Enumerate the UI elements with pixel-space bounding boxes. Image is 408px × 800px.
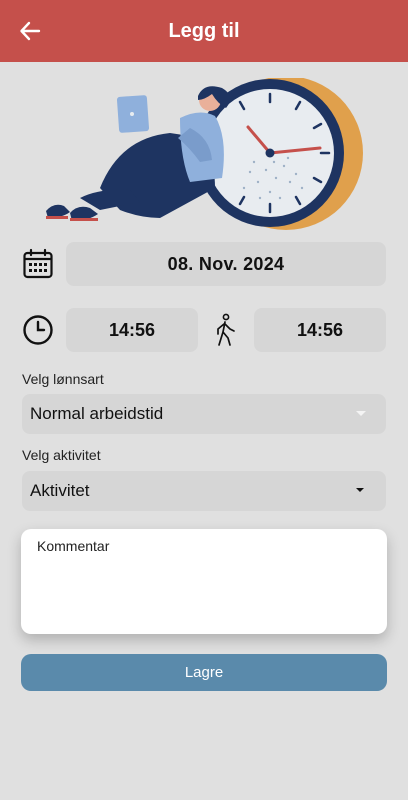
- time-row: 14:56 14:56: [20, 308, 388, 352]
- activity-value: Aktivitet: [30, 481, 90, 500]
- app-bar: Legg til: [0, 0, 408, 62]
- walking-person-icon: [217, 313, 235, 346]
- activity-select[interactable]: Aktivitet: [22, 471, 386, 511]
- arrow-left-icon: [20, 21, 41, 41]
- wage-type-label: Velg lønnsart: [22, 371, 104, 387]
- activity-label: Velg aktivitet: [22, 447, 101, 463]
- date-row: 08. Nov. 2024: [20, 242, 388, 286]
- wage-type-value: Normal arbeidstid: [30, 404, 164, 423]
- chevron-down-icon: [356, 411, 366, 416]
- clock-icon: [23, 315, 53, 345]
- wage-type-select[interactable]: Normal arbeidstid: [22, 394, 386, 434]
- date-picker-field[interactable]: 08. Nov. 2024: [66, 242, 386, 286]
- start-time-field[interactable]: 14:56: [66, 308, 198, 352]
- person-with-laptop-and-clock-illustration: [46, 78, 363, 230]
- back-button[interactable]: [14, 15, 46, 47]
- comment-placeholder: Kommentar: [37, 538, 110, 554]
- chevron-down-icon: [356, 488, 364, 492]
- comment-field[interactable]: Kommentar: [21, 529, 387, 634]
- page-title: Legg til: [168, 19, 240, 42]
- save-button[interactable]: Lagre: [21, 654, 387, 691]
- end-time-field[interactable]: 14:56: [254, 308, 386, 352]
- calendar-icon: [23, 248, 53, 279]
